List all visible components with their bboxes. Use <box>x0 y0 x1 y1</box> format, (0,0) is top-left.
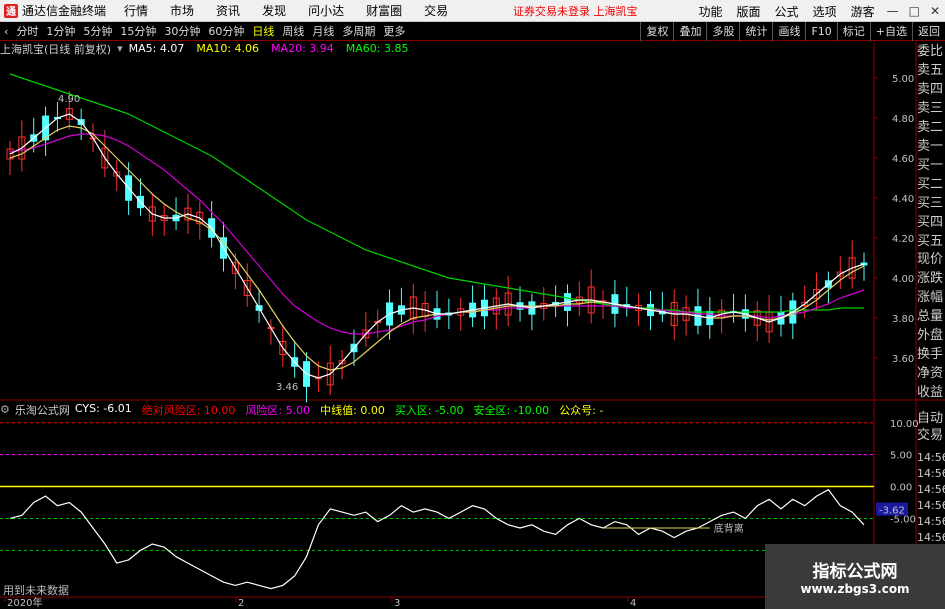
quote-field-label[interactable]: 委比 <box>917 41 945 60</box>
y-tick-label: 4.40 <box>892 194 914 205</box>
high-price-label: 4.90 <box>58 94 80 105</box>
watermark-title: 指标公式网 <box>812 562 898 582</box>
x-tick-label: 2 <box>238 598 244 609</box>
watermark: 指标公式网 www.zbgs3.com <box>765 544 945 609</box>
quote-field-label[interactable]: 买二 <box>917 174 945 193</box>
indicator-value: 中线值: 0.00 <box>320 403 385 417</box>
indicator-header: ⚙ 乐淘公式网 CYS: -6.01 绝对风险区: 10.00 风险区: 5.00 中… <box>0 402 613 417</box>
auto-trade-label[interactable]: 交易 <box>917 427 945 444</box>
ma10-line <box>9 125 865 371</box>
indicator-value: 风险区: 5.00 <box>245 403 311 417</box>
ma5-line <box>9 113 865 379</box>
quote-field-label[interactable]: 卖四 <box>917 79 945 98</box>
y-tick-label: 4.20 <box>892 234 914 245</box>
quote-field-label[interactable]: 买一 <box>917 155 945 174</box>
quote-field-label[interactable]: 卖五 <box>917 60 945 79</box>
cys-line <box>9 488 865 590</box>
indicator-y-tick: 5.00 <box>890 451 912 462</box>
divergence-label: 底背离 <box>714 522 744 535</box>
low-price-label: 3.46 <box>276 382 298 393</box>
quote-field-label[interactable]: 买三 <box>917 193 945 212</box>
x-tick-label: 3 <box>394 598 400 609</box>
auto-trade-label[interactable]: 自动 <box>917 410 945 427</box>
x-tick-label: 4 <box>630 598 636 609</box>
indicator-y-tick: 0.00 <box>890 483 912 494</box>
y-tick-label: 4.80 <box>892 114 914 125</box>
y-tick-label: 4.00 <box>892 274 914 285</box>
quote-field-label[interactable]: 卖一 <box>917 136 945 155</box>
ma60-line <box>9 73 864 313</box>
y-tick-label: 4.60 <box>892 154 914 165</box>
quote-field-label[interactable]: 卖三 <box>917 98 945 117</box>
quote-field-label[interactable]: 净资 <box>917 363 945 382</box>
future-data-note: 用到未来数据 <box>3 584 69 597</box>
quote-field-label[interactable]: 涨幅 <box>917 287 945 306</box>
quote-field-label[interactable]: 换手 <box>917 344 945 363</box>
y-tick-label: 3.80 <box>892 314 914 325</box>
time-label: 14:56 <box>917 515 945 528</box>
y-tick-label: 3.60 <box>892 354 914 365</box>
kline-chart[interactable]: 5.00 4.80 4.60 4.40 4.20 4.00 3.80 3.60 4.90 3.46… <box>0 0 945 609</box>
indicator-settings-icon[interactable]: ⚙ <box>0 403 10 416</box>
quote-field-label[interactable]: 现价 <box>917 249 945 268</box>
quote-field-label[interactable]: 总量 <box>917 306 945 325</box>
time-label: 14:56 <box>917 499 945 512</box>
quote-field-label[interactable]: 卖二 <box>917 117 945 136</box>
indicator-value: 安全区: -10.00 <box>473 403 550 417</box>
time-label: 14:56 <box>917 467 945 480</box>
quote-field-label[interactable]: 收益 <box>917 382 945 401</box>
quote-side-panel: 委比 卖五 卖四 卖三 卖二 卖一 买一 买二 买三 买四 买五 现价 涨跌 涨幅 总量 外盘 换手 净资 收益 <box>917 41 945 401</box>
current-indicator-label: -3.62 <box>879 506 905 517</box>
indicator-value: 公众号: - <box>559 403 604 417</box>
indicator-value: 绝对风险区: 10.00 <box>141 403 236 417</box>
indicator-y-tick: 10.00 <box>890 419 919 430</box>
indicator-side-labels: 自动 交易 <box>917 410 945 444</box>
indicator-value: 买入区: -5.00 <box>394 403 464 417</box>
quote-field-label[interactable]: 买四 <box>917 212 945 231</box>
indicator-name[interactable]: 乐淘公式网 <box>15 402 70 418</box>
quote-field-label[interactable]: 外盘 <box>917 325 945 344</box>
indicator-value: CYS: -6.01 <box>74 401 132 415</box>
watermark-url: www.zbgs3.com <box>800 582 910 596</box>
time-label: 14:56 <box>917 483 945 496</box>
quote-field-label[interactable]: 买五 <box>917 231 945 250</box>
y-tick-label: 5.00 <box>892 74 914 85</box>
quote-field-label[interactable]: 涨跌 <box>917 268 945 287</box>
time-label: 14:56 <box>917 451 945 464</box>
